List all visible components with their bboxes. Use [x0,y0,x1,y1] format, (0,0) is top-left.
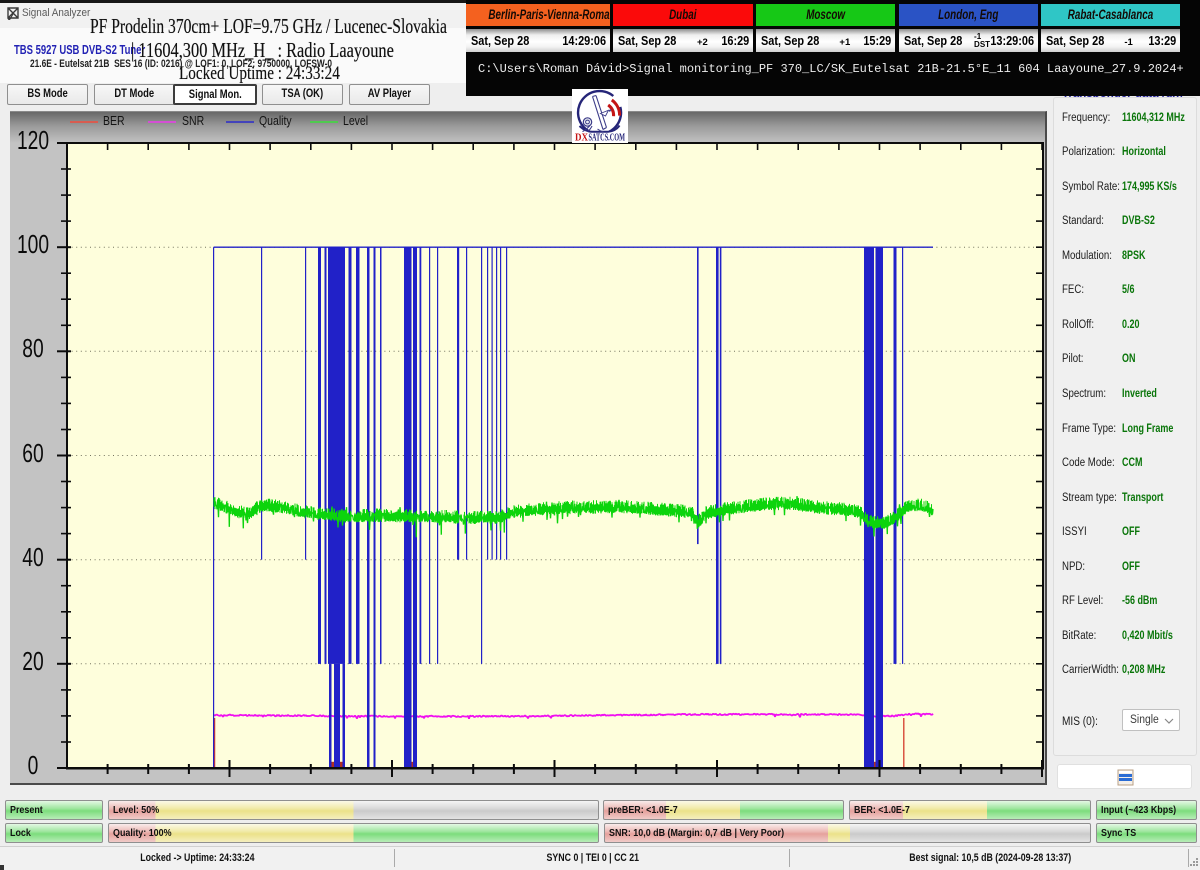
svg-text:DX: DX [575,133,589,144]
svg-text:SATCS.COM: SATCS.COM [589,133,626,144]
